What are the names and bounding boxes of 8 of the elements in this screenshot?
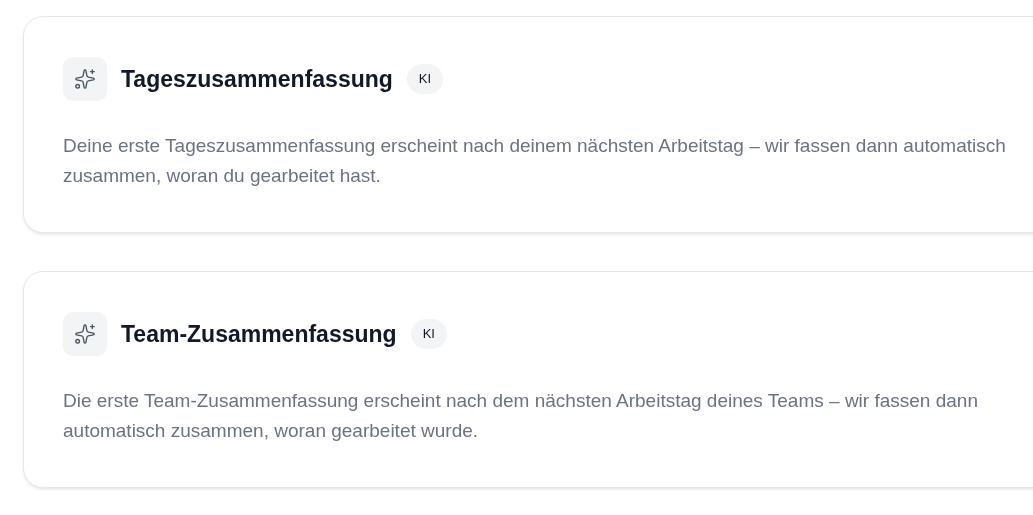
sparkle-icon: [63, 57, 107, 101]
ai-badge: KI: [410, 319, 447, 349]
ai-badge: KI: [406, 64, 444, 94]
card-title: Tageszusammenfassung: [121, 64, 393, 94]
card-title: Team-Zusammenfassung: [121, 319, 397, 349]
card-description: Die erste Team-Zusammenfassung erscheint nach dem nächsten Arbeitstag deines Teams – wir fassen dann automatisch zusammen, woran gearbeitet wurde.: [63, 389, 979, 443]
card-description: Deine erste Tageszusammenfassung erscheint nach deinem nächsten Arbeitstag – wir fassen dann automatisch zusammen, woran du gearbeitet hast.: [63, 134, 1007, 188]
sparkle-icon: [63, 312, 107, 356]
